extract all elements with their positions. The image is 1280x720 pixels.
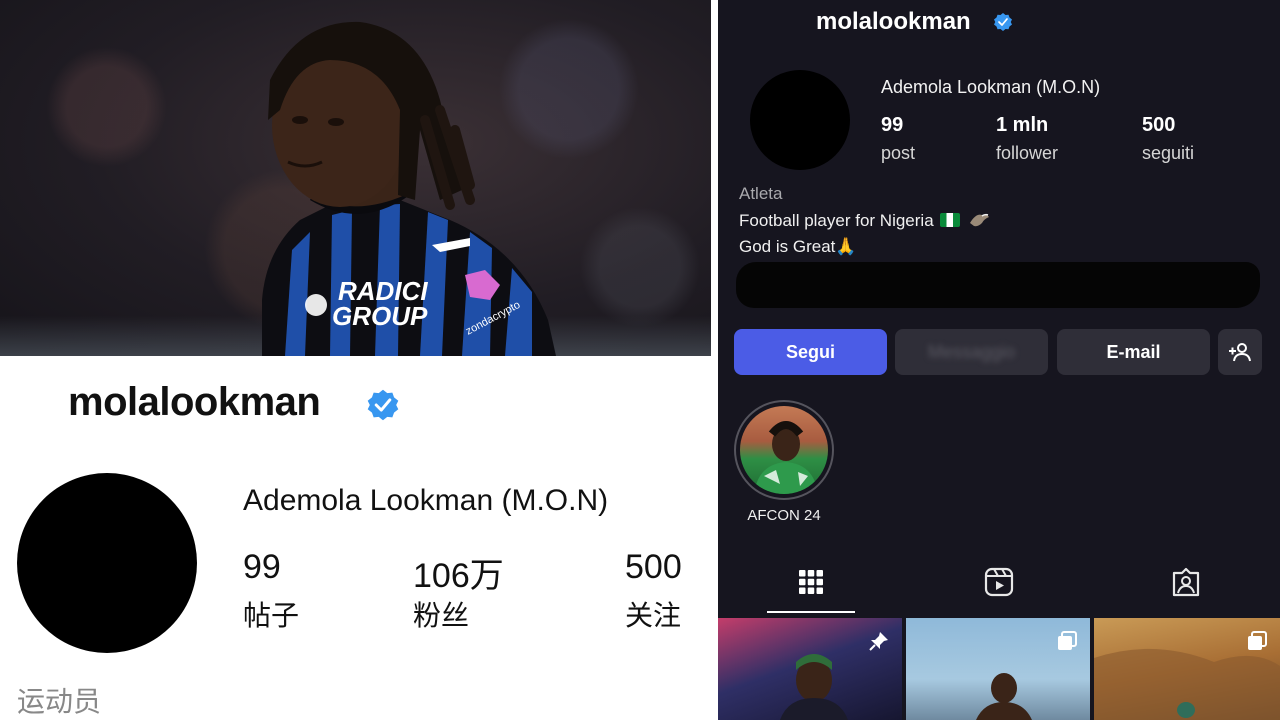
grid-icon: [799, 570, 823, 594]
message-button-label: Messaggio: [927, 341, 1016, 362]
panel-divider: [711, 0, 718, 720]
following-count[interactable]: 500: [625, 548, 682, 587]
reels-icon: [984, 567, 1014, 597]
eagle-icon: [970, 213, 990, 227]
post-thumbnail[interactable]: [1094, 618, 1280, 720]
tab-tagged[interactable]: [1166, 562, 1206, 602]
verified-badge-icon: [994, 13, 1012, 31]
display-name: Ademola Lookman (M.O.N): [243, 484, 609, 517]
active-tab-indicator: [767, 611, 855, 613]
following-count[interactable]: 500: [1142, 114, 1175, 137]
tab-reels[interactable]: [979, 562, 1019, 602]
posts-label: post: [881, 143, 916, 163]
message-button[interactable]: Messaggio: [895, 329, 1048, 375]
carousel-icon: [1248, 631, 1267, 650]
bio-line-1: Football player for Nigeria: [739, 211, 990, 231]
carousel-icon: [1058, 631, 1077, 650]
following-label: 关注: [625, 600, 682, 631]
following-label: seguiti: [1142, 143, 1195, 163]
highlight-label: AFCON 24: [747, 507, 821, 524]
followers-count[interactable]: 1 mln: [996, 114, 1048, 137]
post-thumbnail[interactable]: [718, 618, 902, 720]
player-photo: RADICI GROUP zondacrypto: [0, 0, 711, 356]
player-illustration: RADICI GROUP zondacrypto: [262, 21, 556, 356]
add-user-button[interactable]: [1218, 329, 1262, 375]
posts-count[interactable]: 99: [243, 548, 281, 587]
nigeria-flag-icon: [939, 213, 960, 227]
pinned-icon: [869, 632, 888, 651]
profile-category: Atleta: [739, 184, 783, 203]
follow-button[interactable]: Segui: [734, 329, 887, 375]
followers-label: follower: [996, 143, 1059, 163]
profile-category: 运动员: [17, 686, 102, 717]
right-profile-panel: molalookman Ademola Lookman (M.O.N) 99 p…: [718, 0, 1280, 720]
tab-grid[interactable]: [791, 562, 831, 602]
crest-icon: [305, 294, 327, 316]
avatar[interactable]: [750, 70, 850, 170]
bio-line-2: God is Great🙏: [739, 237, 857, 256]
posts-label: 帖子: [243, 600, 300, 631]
display-name: Ademola Lookman (M.O.N): [881, 77, 1101, 97]
add-person-icon: [1229, 343, 1251, 362]
avatar[interactable]: [17, 473, 197, 653]
email-button[interactable]: E-mail: [1057, 329, 1210, 375]
post-thumbnail[interactable]: [906, 618, 1090, 720]
redacted-link: [736, 262, 1260, 308]
profile-handle: molalookman: [68, 380, 321, 424]
bio-text: Football player for Nigeria: [739, 211, 934, 230]
verified-badge-icon: [367, 389, 399, 421]
left-profile-panel: RADICI GROUP zondacrypto molalookman Ade…: [0, 0, 711, 720]
posts-count[interactable]: 99: [881, 114, 903, 137]
followers-count[interactable]: 106万: [413, 548, 504, 597]
profile-handle: molalookman: [816, 8, 971, 35]
followers-label: 粉丝: [413, 600, 470, 631]
tagged-icon: [1172, 567, 1200, 597]
highlight-thumbnail: [740, 406, 828, 494]
jersey-sponsor-line2: GROUP: [332, 301, 428, 331]
